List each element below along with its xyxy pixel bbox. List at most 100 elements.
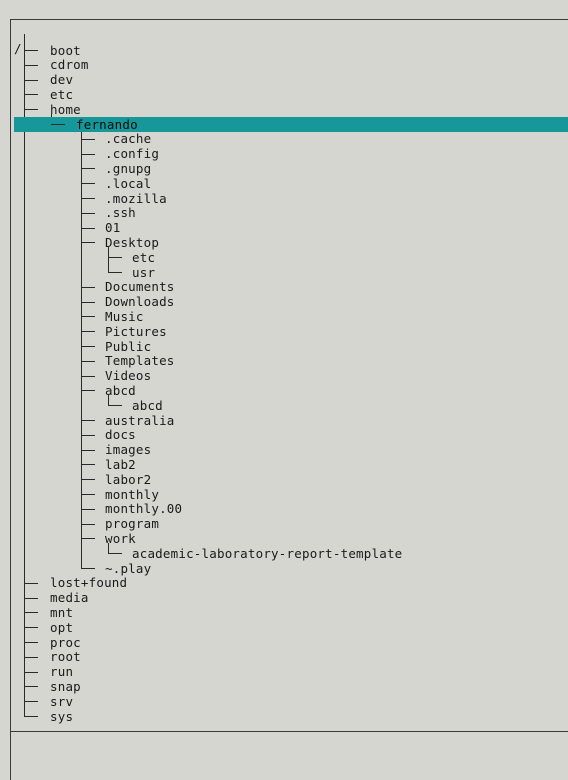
tree-connector-horizontal xyxy=(81,360,95,362)
tree-item-label: usr xyxy=(132,264,156,280)
tree-item-label: abcd xyxy=(132,397,163,413)
tree-connector-horizontal xyxy=(24,686,38,688)
tree-item-label: proc xyxy=(50,634,81,650)
tree-connector-horizontal xyxy=(81,523,95,525)
tree-row[interactable]: cdrom xyxy=(11,57,568,72)
tree-connector-horizontal xyxy=(81,346,95,347)
tree-item-label: etc xyxy=(132,249,156,265)
tree-connector-horizontal xyxy=(108,257,122,259)
tree-connector-horizontal xyxy=(24,94,38,96)
tree-item-label: monthly.00 xyxy=(105,501,183,517)
tree-connector-horizontal xyxy=(81,212,95,214)
tree-item-label: dev xyxy=(50,72,74,88)
tree-row[interactable]: snap xyxy=(11,679,568,694)
tree-connector-horizontal xyxy=(24,671,38,673)
tree-item-label: australia xyxy=(105,412,175,428)
status-divider xyxy=(11,731,568,732)
tree-connector-horizontal xyxy=(24,612,38,614)
tree-item-label: Desktop xyxy=(105,234,160,250)
tree-connector-horizontal xyxy=(108,272,122,273)
tree-connector-horizontal xyxy=(81,479,95,481)
tree-connector-horizontal xyxy=(81,138,95,140)
tree-connector-horizontal xyxy=(108,405,122,407)
tree-row[interactable]: run xyxy=(11,664,568,679)
tree-item-label: mnt xyxy=(50,604,74,620)
tree-item-label: Pictures xyxy=(105,323,167,339)
tree-item-label: media xyxy=(50,590,89,606)
tree-row[interactable]: lost+found xyxy=(11,575,568,590)
tree-item-label: fernando xyxy=(76,116,138,132)
tree-item-label: snap xyxy=(50,678,81,694)
tree-connector-horizontal xyxy=(81,198,95,199)
tree-item-label: .local xyxy=(105,175,152,191)
tree-connector-horizontal xyxy=(81,286,95,288)
tree-row[interactable]: etc xyxy=(11,87,568,102)
tree-item-label: .cache xyxy=(105,131,152,147)
tree-row[interactable]: usr xyxy=(11,265,568,280)
tree-connector-horizontal xyxy=(81,494,95,495)
tree-connector-horizontal xyxy=(24,109,38,111)
tree-item-label: root xyxy=(50,649,81,665)
tree-connector-horizontal xyxy=(81,508,95,510)
tree-connector-horizontal xyxy=(81,242,95,244)
tree-item-label: .gnupg xyxy=(105,160,152,176)
tree-connector-horizontal xyxy=(24,642,38,643)
tree-row[interactable]: opt xyxy=(11,620,568,635)
tree-item-label: docs xyxy=(105,427,136,443)
tree-row[interactable]: sys xyxy=(11,709,568,724)
tree-item-label: 01 xyxy=(105,220,121,236)
tree-connector-horizontal xyxy=(108,553,122,555)
tree-row[interactable]: proc xyxy=(11,635,568,650)
tree-connector-horizontal xyxy=(24,50,38,51)
tree-item-label: cdrom xyxy=(50,57,89,73)
tree-connector-horizontal xyxy=(81,183,95,185)
tree-connector-horizontal xyxy=(81,538,95,540)
tree-item-label: program xyxy=(105,516,160,532)
tree-item-label: home xyxy=(50,101,81,117)
tree-item-label: work xyxy=(105,530,136,546)
tree-item-label: ~.play xyxy=(105,560,152,576)
tree-connector-horizontal xyxy=(24,656,38,658)
tree-connector-horizontal xyxy=(24,79,38,81)
tree-connector-horizontal xyxy=(24,627,38,629)
tree-row[interactable]: etc xyxy=(11,250,568,265)
tree-item-label: run xyxy=(50,664,74,680)
tree-row[interactable]: abcd xyxy=(11,398,568,413)
tree-connector-horizontal xyxy=(81,420,95,421)
tree-row[interactable]: media xyxy=(11,590,568,605)
tree-row[interactable]: boot xyxy=(11,43,568,58)
tree-item-label: academic-laboratory-report-template xyxy=(132,545,403,561)
tree-item-label: images xyxy=(105,442,152,458)
tree-item-label: labor2 xyxy=(105,471,152,487)
tree-item-label: sys xyxy=(50,708,74,724)
tree-connector-horizontal xyxy=(24,64,38,66)
tree-connector-horizontal xyxy=(81,568,95,569)
tree-connector-horizontal xyxy=(81,153,95,155)
tree-item-label: lab2 xyxy=(105,456,136,472)
tree-row[interactable]: srv xyxy=(11,694,568,709)
tree-item-label: Music xyxy=(105,308,144,324)
tree-connector-horizontal xyxy=(24,716,38,717)
tree-row[interactable]: dev xyxy=(11,72,568,87)
tree-item-label: .mozilla xyxy=(105,190,167,206)
tree-row[interactable]: academic-laboratory-report-template xyxy=(11,546,568,561)
tree-item-label: .ssh xyxy=(105,205,136,221)
tree-connector-horizontal xyxy=(81,316,95,318)
tree-item-label: Downloads xyxy=(105,294,175,310)
tree-connector-horizontal xyxy=(24,582,38,584)
tree-item-label: abcd xyxy=(105,382,136,398)
tree-connector-horizontal xyxy=(81,464,95,466)
tree-item-label: Public xyxy=(105,338,152,354)
tree-item-label: Templates xyxy=(105,353,175,369)
tree-row[interactable]: mnt xyxy=(11,605,568,620)
tree-connector-horizontal xyxy=(81,301,95,303)
tree-item-label: Documents xyxy=(105,279,175,295)
tree-connector-horizontal xyxy=(24,597,38,599)
tree-row[interactable]: root xyxy=(11,649,568,664)
tree-item-label: lost+found xyxy=(50,575,128,591)
tree-item-label: opt xyxy=(50,619,74,635)
tree-item-label: boot xyxy=(50,42,81,58)
tree-row-selected[interactable]: fernando xyxy=(14,116,568,132)
tree-row[interactable]: home xyxy=(11,102,568,117)
tree-connector-horizontal xyxy=(81,390,95,392)
